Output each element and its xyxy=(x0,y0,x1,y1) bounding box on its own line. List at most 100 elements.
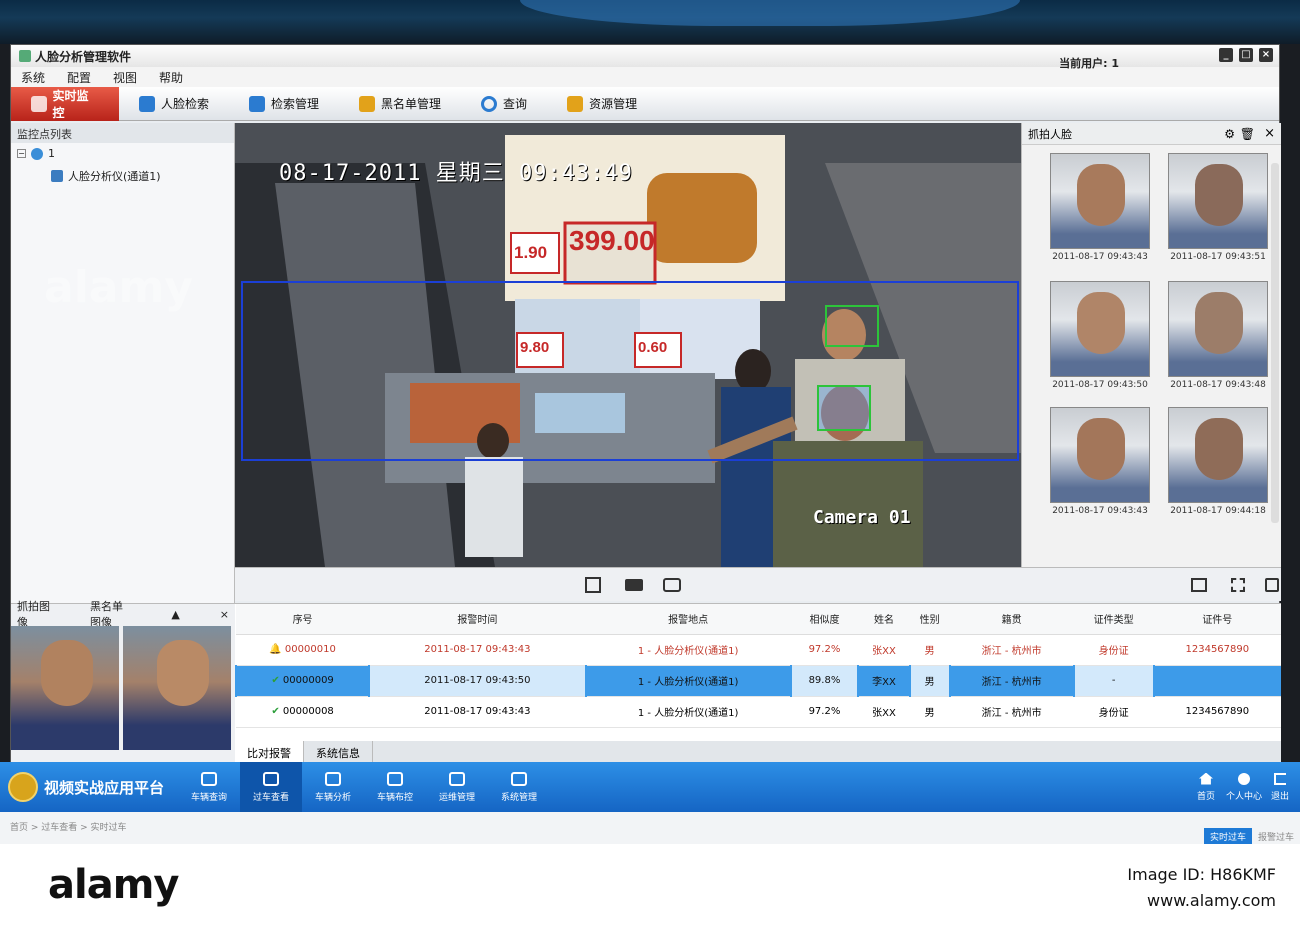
platform-title: 视频实战应用平台 xyxy=(44,778,165,797)
menu-help[interactable]: 帮助 xyxy=(159,69,183,86)
table-row[interactable]: ✔ 00000009 2011-08-17 09:43:50 1 - 人脸分析仪(通… xyxy=(234,665,1281,697)
window-icon[interactable] xyxy=(1265,578,1279,592)
platform-nav-item[interactable]: 运维管理 xyxy=(426,762,488,812)
tab-search-manage[interactable]: 检索管理 xyxy=(229,87,339,121)
captured-face-card[interactable]: 2011-08-17 09:43:51 xyxy=(1168,153,1268,273)
check-icon: ✔ xyxy=(271,675,283,686)
tab-compare-alarm[interactable]: 比对报警 xyxy=(235,741,304,763)
face-box-1 xyxy=(825,305,879,347)
cell-text: 1 - 人脸分析仪(通道1) xyxy=(637,708,739,719)
cell-id_type: 身份证 xyxy=(1073,634,1154,666)
captured-face-card[interactable]: 2011-08-17 09:43:43 xyxy=(1050,407,1150,527)
collapse-icon[interactable]: − xyxy=(17,149,26,158)
vertical-scrollbar[interactable] xyxy=(1271,163,1279,523)
site-url: www.alamy.com xyxy=(1147,891,1276,910)
cell-text: 2011-08-17 09:43:43 xyxy=(424,706,531,717)
map-pin-icon xyxy=(387,771,404,786)
captured-face-card[interactable]: 2011-08-17 09:43:43 xyxy=(1050,153,1150,273)
column-header[interactable]: 姓名 xyxy=(858,604,910,635)
column-header[interactable]: 证件类型 xyxy=(1073,604,1154,635)
tab-query[interactable]: 查询 xyxy=(461,87,547,121)
menu-system[interactable]: 系统 xyxy=(21,69,45,86)
car-icon xyxy=(263,771,280,786)
cell-text: 身份证 xyxy=(1098,708,1129,719)
minimize-button[interactable]: _ xyxy=(1219,48,1233,62)
captured-face-card[interactable]: 2011-08-17 09:43:48 xyxy=(1168,281,1268,401)
cell-text: - xyxy=(1111,675,1116,686)
close-icon[interactable]: × xyxy=(220,608,229,621)
nav-home[interactable]: 首页 xyxy=(1186,762,1226,812)
cell-text: 89.8% xyxy=(808,675,841,686)
cell-id: ✔ 00000008 xyxy=(236,696,370,728)
column-header[interactable]: 报警地点 xyxy=(585,604,791,635)
tree-node-channel[interactable]: 人脸分析仪(通道1) xyxy=(11,164,234,188)
platform-nav-item[interactable]: 车辆布控 xyxy=(364,762,426,812)
captured-face-card[interactable]: 2011-08-17 09:44:18 xyxy=(1168,407,1268,527)
sub-tab-alarm-pass[interactable]: 报警过车 xyxy=(1252,828,1300,845)
column-header[interactable]: 序号 xyxy=(236,604,370,635)
maximize-button[interactable]: □ xyxy=(1239,48,1253,62)
settings-icon[interactable]: ⚙ xyxy=(1224,127,1235,141)
tree-node-label: 人脸分析仪(通道1) xyxy=(68,170,161,183)
platform-nav-item[interactable]: 车辆分析 xyxy=(302,762,364,812)
platform-nav-item[interactable]: 过车查看 xyxy=(240,762,303,812)
cell-time: 2011-08-17 09:43:50 xyxy=(368,665,586,697)
platform-nav-item[interactable]: 系统管理 xyxy=(488,762,550,812)
tab-face-search[interactable]: 人脸检索 xyxy=(119,87,229,121)
user-search-icon xyxy=(249,95,266,112)
collapse-up-icon[interactable]: ▲ xyxy=(171,608,179,621)
cell-sex: 男 xyxy=(909,696,950,728)
column-header[interactable]: 性别 xyxy=(909,604,950,635)
record-icon[interactable] xyxy=(625,579,643,591)
tree-node-root[interactable]: − 1 xyxy=(11,143,234,164)
cell-sex: 男 xyxy=(909,634,950,666)
platform-nav: 车辆查询 过车查看 车辆分析 车辆布控 运维管理 系统管理 xyxy=(178,762,550,812)
layout-grid-icon[interactable] xyxy=(1191,578,1207,592)
panel-title: 抓拍人脸 xyxy=(1028,127,1072,141)
tab-label: 资源管理 xyxy=(589,97,638,111)
tab-resource-manage[interactable]: 资源管理 xyxy=(547,87,657,121)
cell-name: 张XX xyxy=(858,634,910,666)
police-badge-icon xyxy=(8,772,38,802)
tab-live-monitor[interactable]: 实时监控 xyxy=(11,86,119,121)
face-thumbnail xyxy=(1168,281,1268,377)
panel-title: 监控点列表 xyxy=(11,123,234,143)
menu-view[interactable]: 视图 xyxy=(113,69,137,86)
column-header[interactable]: 证件号 xyxy=(1153,604,1281,635)
tab-system-info[interactable]: 系统信息 xyxy=(304,741,373,763)
app-title: 人脸分析管理软件 xyxy=(35,49,132,64)
trash-icon[interactable]: 🗑 xyxy=(1240,127,1255,141)
column-header[interactable]: 籍贯 xyxy=(949,604,1074,635)
stock-footer: alamy Image ID: H86KMF www.alamy.com xyxy=(0,844,1300,933)
main-toolbar: 实时监控 人脸检索 检索管理 黑名单管理 查询 资源管理 xyxy=(11,86,1279,121)
snap-header: 抓拍图像 黑名单图像 ▲ × xyxy=(11,600,235,629)
live-video-view[interactable]: 08-17-2011 星期三 09:43:49 399.00 1.90 9.80… xyxy=(235,123,1031,567)
snapshot-icon[interactable] xyxy=(663,578,681,592)
close-icon[interactable]: × xyxy=(1264,126,1275,141)
table-row[interactable]: 🔔 00000010 2011-08-17 09:43:43 1 - 人脸分析仪(通… xyxy=(236,634,1281,666)
tab-label: 检索管理 xyxy=(271,97,320,111)
platform-nav-item[interactable]: 车辆查询 xyxy=(178,762,240,812)
bottom-tab-bar: 比对报警 系统信息 xyxy=(235,741,1281,763)
face-thumbnail xyxy=(1050,153,1150,249)
fullscreen-icon[interactable] xyxy=(1231,578,1245,592)
menu-config[interactable]: 配置 xyxy=(67,69,91,86)
column-header[interactable]: 相似度 xyxy=(790,604,859,635)
table-row[interactable]: ✔ 00000008 2011-08-17 09:43:43 1 - 人脸分析仪(通… xyxy=(236,696,1281,728)
face-analysis-app-window: 人脸分析管理软件 _ □ × 系统 配置 视图 帮助 当前用户: 1 实时监控 … xyxy=(10,44,1281,765)
close-button[interactable]: × xyxy=(1259,48,1273,62)
capture-time: 2011-08-17 09:43:50 xyxy=(1052,380,1148,390)
table-header-row: 序号 报警时间 报警地点 相似度 姓名 性别 籍贯 证件类型 证件号 xyxy=(236,604,1281,635)
captured-face-card[interactable]: 2011-08-17 09:43:50 xyxy=(1050,281,1150,401)
calendar-icon xyxy=(449,771,466,786)
tab-blacklist-manage[interactable]: 黑名单管理 xyxy=(339,87,461,121)
close-video-icon[interactable] xyxy=(585,577,601,593)
nav-user-center[interactable]: 个人中心 xyxy=(1224,762,1264,812)
cell-text: 1 - 人脸分析仪(通道1) xyxy=(637,677,739,688)
nav-logout[interactable]: 退出 xyxy=(1262,762,1298,812)
column-header[interactable]: 报警时间 xyxy=(369,604,586,635)
sub-tab-live-pass[interactable]: 实时过车 xyxy=(1203,828,1252,845)
logout-icon xyxy=(1274,772,1286,785)
photo-of-monitor: 人脸分析管理软件 _ □ × 系统 配置 视图 帮助 当前用户: 1 实时监控 … xyxy=(0,0,1300,933)
gear-icon xyxy=(511,771,528,786)
